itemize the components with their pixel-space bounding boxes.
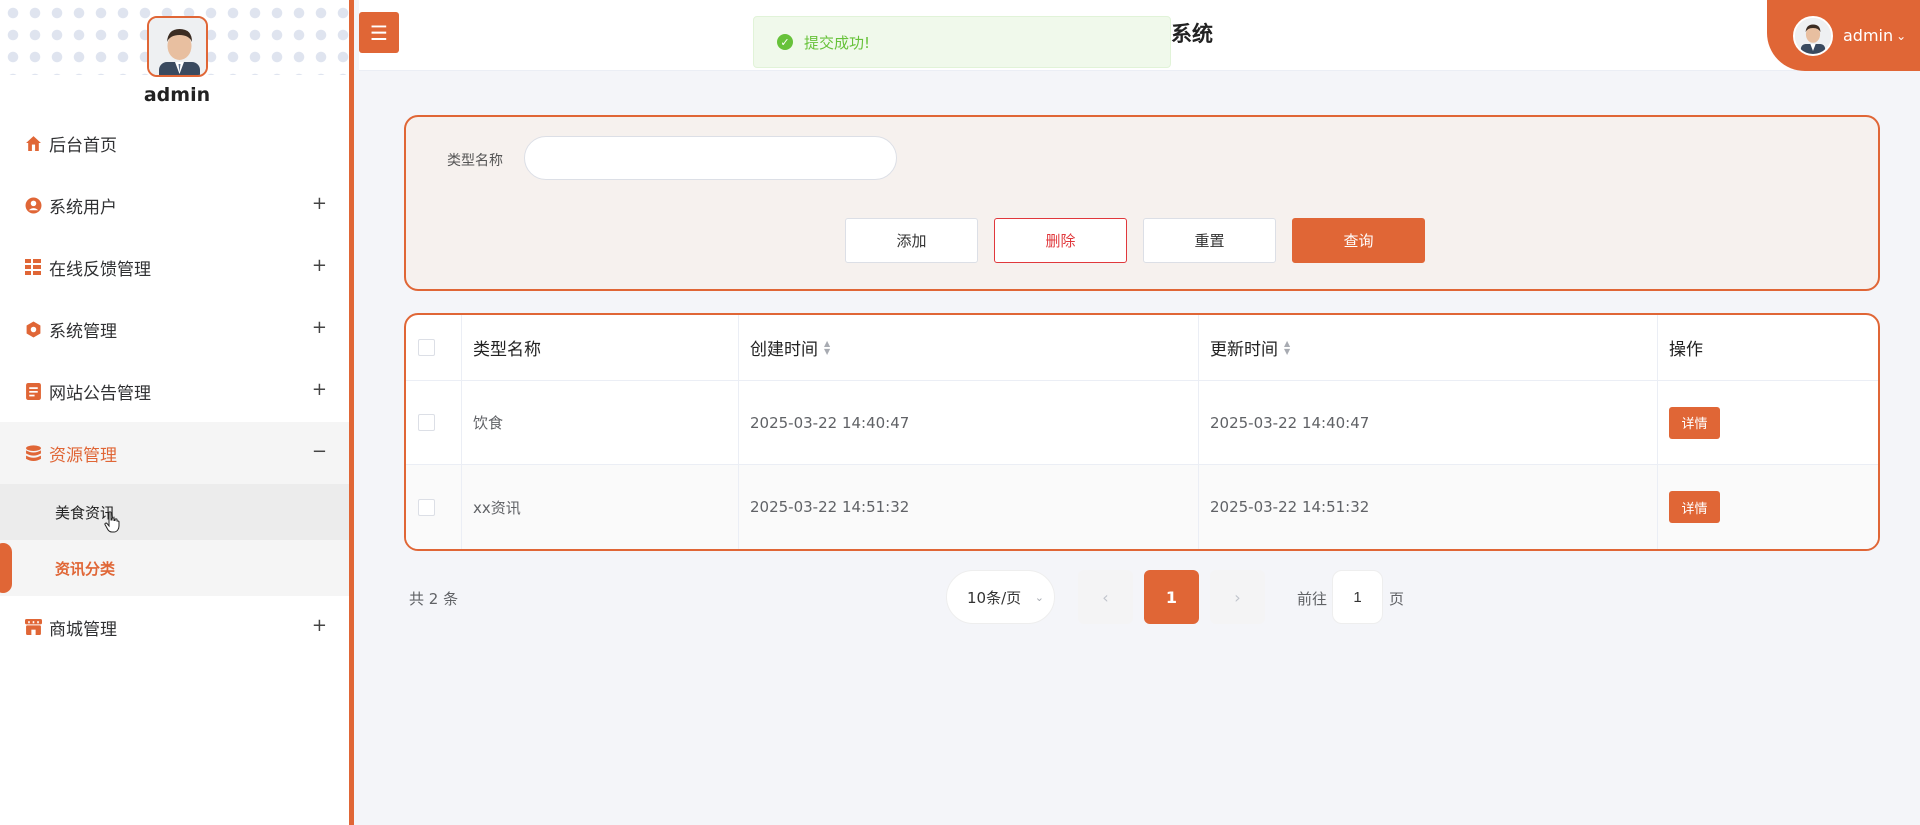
- column-header-updated[interactable]: 更新时间 ▲ ▼: [1199, 315, 1658, 380]
- cell-created: 2025-03-22 14:40:47: [739, 381, 1199, 464]
- grid-icon: [24, 258, 42, 276]
- sort-icon[interactable]: ▲ ▼: [1284, 339, 1290, 356]
- chevron-left-icon: ‹: [1102, 587, 1109, 607]
- total-count: 共 2 条: [409, 590, 459, 608]
- sidebar-item-system-users[interactable]: 系统用户 +: [0, 174, 349, 236]
- row-checkbox[interactable]: [418, 498, 435, 516]
- page-number-current[interactable]: 1: [1144, 570, 1199, 624]
- chevron-down-icon: ⌄: [1896, 28, 1907, 43]
- detail-button[interactable]: 详情: [1669, 406, 1720, 439]
- sidebar-item-label: 资源管理: [49, 445, 117, 466]
- data-table: 类型名称 创建时间 ▲ ▼ 更新时间 ▲ ▼ 操作 饮食 2025-03-22 14…: [404, 313, 1880, 551]
- gear-icon: [24, 320, 42, 338]
- cell-created: 2025-03-22 14:51:32: [739, 465, 1199, 549]
- reset-button[interactable]: 重置: [1143, 218, 1276, 263]
- sidebar-item-label: 商城管理: [49, 619, 117, 640]
- table-header-row: 类型名称 创建时间 ▲ ▼ 更新时间 ▲ ▼ 操作: [406, 315, 1878, 381]
- delete-button[interactable]: 删除: [994, 218, 1127, 263]
- search-panel: 类型名称 添加 删除 重置 查询: [404, 115, 1880, 291]
- expand-icon: +: [311, 614, 327, 636]
- sidebar: admin 后台首页 系统用户 + 在线反馈管理 + 系统管理 + 网站公告管理…: [0, 0, 354, 825]
- type-name-input[interactable]: [524, 136, 897, 180]
- success-toast: ✓ 提交成功!: [753, 16, 1171, 68]
- sidebar-item-label: 系统管理: [49, 321, 117, 342]
- cell-updated: 2025-03-22 14:51:32: [1199, 465, 1658, 549]
- sidebar-subitem-food-news[interactable]: 美食资讯: [0, 484, 349, 540]
- expand-icon: +: [311, 378, 327, 400]
- row-checkbox-cell: [406, 381, 462, 464]
- column-header-label: 创建时间: [750, 340, 818, 360]
- user-avatar: [1793, 15, 1833, 56]
- database-icon: [24, 444, 42, 462]
- add-button[interactable]: 添加: [845, 218, 978, 263]
- column-header-label: 更新时间: [1210, 340, 1278, 360]
- table-row: 饮食 2025-03-22 14:40:47 2025-03-22 14:40:…: [406, 381, 1878, 465]
- expand-icon: +: [311, 192, 327, 214]
- query-button[interactable]: 查询: [1292, 218, 1425, 263]
- user-menu[interactable]: admin ⌄: [1767, 0, 1920, 71]
- row-checkbox[interactable]: [418, 414, 435, 431]
- detail-button[interactable]: 详情: [1669, 491, 1720, 523]
- hand-cursor-icon: [104, 511, 120, 537]
- user-name: admin: [1843, 26, 1894, 45]
- sidebar-item-home[interactable]: 后台首页: [0, 112, 349, 174]
- page-size-value: 10条/页: [967, 588, 1022, 607]
- document-icon: [24, 382, 42, 400]
- avatar: [147, 16, 208, 77]
- prev-page-button[interactable]: ‹: [1078, 570, 1133, 624]
- home-icon: [24, 134, 42, 152]
- row-checkbox-cell: [406, 465, 462, 549]
- menu-toggle-button[interactable]: ☰: [359, 12, 399, 53]
- sidebar-item-resources[interactable]: 资源管理 −: [0, 422, 349, 484]
- column-header-type-name: 类型名称: [462, 315, 739, 380]
- sidebar-subitem-label: 资讯分类: [55, 559, 116, 578]
- user-circle-icon: [24, 196, 42, 214]
- sidebar-item-label: 系统用户: [49, 197, 117, 218]
- goto-suffix: 页: [1389, 590, 1405, 608]
- sidebar-item-feedback[interactable]: 在线反馈管理 +: [0, 236, 349, 298]
- cell-updated: 2025-03-22 14:40:47: [1199, 381, 1658, 464]
- shop-icon: [24, 618, 42, 636]
- sidebar-item-system-management[interactable]: 系统管理 +: [0, 298, 349, 360]
- column-header-created[interactable]: 创建时间 ▲ ▼: [739, 315, 1199, 380]
- collapse-icon: −: [311, 440, 327, 462]
- sidebar-item-label: 后台首页: [49, 135, 117, 156]
- toast-message: 提交成功!: [804, 33, 871, 52]
- sidebar-menu: 后台首页 系统用户 + 在线反馈管理 + 系统管理 + 网站公告管理 + 资源管…: [0, 112, 349, 658]
- goto-page-input[interactable]: [1332, 570, 1383, 624]
- select-all-checkbox[interactable]: [418, 339, 435, 356]
- sidebar-item-label: 网站公告管理: [49, 383, 151, 404]
- page-title: 系统: [1171, 22, 1213, 46]
- sidebar-username: admin: [143, 84, 211, 106]
- sidebar-item-label: 在线反馈管理: [49, 259, 151, 280]
- chevron-down-icon: ⌄: [1034, 590, 1044, 604]
- sort-icon[interactable]: ▲ ▼: [824, 339, 830, 356]
- table-row: xx资讯 2025-03-22 14:51:32 2025-03-22 14:5…: [406, 465, 1878, 549]
- type-name-label: 类型名称: [447, 153, 503, 169]
- sidebar-subitem-news-category[interactable]: 资讯分类: [0, 540, 349, 596]
- check-circle-icon: ✓: [777, 34, 793, 50]
- cell-type-name: 饮食: [462, 381, 739, 464]
- next-page-button[interactable]: ›: [1210, 570, 1265, 624]
- cell-actions: 详情: [1658, 465, 1878, 549]
- expand-icon: +: [311, 254, 327, 276]
- cell-type-name: xx资讯: [462, 465, 739, 549]
- sidebar-item-mall[interactable]: 商城管理 +: [0, 596, 349, 658]
- chevron-right-icon: ›: [1234, 587, 1241, 607]
- cell-actions: 详情: [1658, 381, 1878, 464]
- expand-icon: +: [311, 316, 327, 338]
- header-checkbox-cell: [406, 315, 462, 380]
- goto-prefix: 前往: [1297, 590, 1328, 608]
- page-size-select[interactable]: 10条/页 ⌄: [946, 570, 1055, 624]
- column-header-actions: 操作: [1669, 340, 1703, 360]
- sidebar-item-announcements[interactable]: 网站公告管理 +: [0, 360, 349, 422]
